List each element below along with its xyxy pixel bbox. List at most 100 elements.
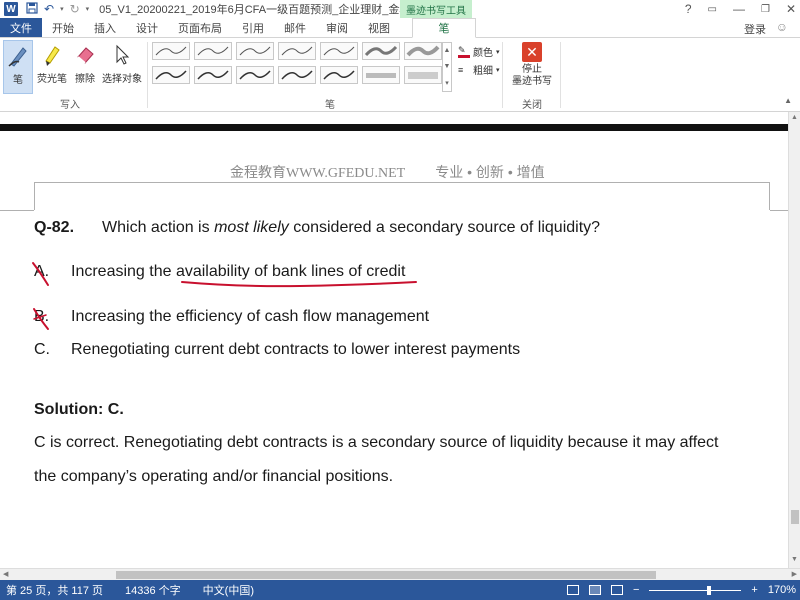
tab-page-layout[interactable]: 页面布局	[168, 18, 232, 37]
sign-in-link[interactable]: 登录	[744, 21, 766, 37]
help-icon[interactable]: ?	[685, 2, 692, 16]
header-rule	[34, 182, 770, 183]
chevron-down-icon: ▾	[496, 48, 500, 56]
stop-inking-button[interactable]: ✕ 停止 墨迹书写	[508, 42, 556, 88]
header-slogan: 专业 • 创新 • 增值	[435, 164, 545, 180]
cursor-arrow-icon	[114, 40, 130, 70]
tab-references[interactable]: 引用	[232, 18, 274, 37]
tab-file[interactable]: 文件	[0, 18, 42, 37]
print-layout-icon[interactable]	[588, 585, 601, 595]
zoom-out-icon[interactable]: −	[633, 584, 639, 596]
pen-style-option[interactable]	[152, 66, 190, 84]
minimize-icon[interactable]: —	[733, 2, 745, 16]
scroll-down-icon[interactable]: ▼	[791, 556, 798, 563]
dropdown-icon[interactable]: ▾	[60, 5, 64, 13]
tab-insert[interactable]: 插入	[84, 18, 126, 37]
highlighter-icon	[41, 40, 63, 70]
pen-group-label: 笔	[325, 100, 335, 111]
restore-icon[interactable]: ❐	[761, 4, 770, 15]
zoom-in-icon[interactable]: +	[751, 584, 757, 596]
ribbon-pen-tools: 笔 荧光笔 擦除 选择对象 写入 ▲ ▼ ▾ ✎ 颜色 ▾ ≡ 粗细 ▾ 笔 ✕…	[0, 38, 800, 112]
ribbon-separator	[560, 42, 561, 108]
question-text-after: considered a secondary source of liquidi…	[288, 219, 601, 236]
gallery-scroll-control[interactable]: ▲ ▼ ▾	[442, 42, 452, 92]
option-a: A. Increasing the availability of bank li…	[34, 263, 405, 281]
collapse-ribbon-icon[interactable]: ▲	[784, 96, 792, 105]
save-icon[interactable]	[26, 1, 38, 17]
horizontal-scroll-thumb[interactable]	[116, 571, 656, 579]
pen-style-option[interactable]	[236, 66, 274, 84]
horizontal-scrollbar[interactable]: ◀ ▶	[0, 568, 800, 580]
solution-line-1: C is correct. Renegotiating debt contrac…	[34, 434, 719, 451]
page-header: 金程教育WWW.GFEDU.NET 专业 • 创新 • 增值	[230, 162, 545, 182]
pen-color-dropdown[interactable]: ✎ 颜色 ▾	[458, 44, 500, 59]
option-text: Increasing the efficiency of cash flow m…	[71, 308, 430, 325]
pen-style-option[interactable]	[362, 66, 400, 84]
pen-style-option[interactable]	[278, 66, 316, 84]
redo-icon[interactable]: ↻	[70, 2, 80, 16]
pen-style-option[interactable]	[194, 42, 232, 60]
margin-line-right	[770, 210, 788, 211]
scroll-down-icon[interactable]: ▼	[444, 63, 451, 70]
pen-style-option[interactable]	[404, 42, 442, 60]
zoom-slider-knob[interactable]	[707, 585, 712, 595]
pen-icon	[7, 41, 29, 71]
scroll-left-icon[interactable]: ◀	[3, 570, 8, 578]
pen-style-option[interactable]	[152, 42, 190, 60]
web-layout-icon[interactable]	[610, 585, 623, 595]
ribbon-display-icon[interactable]: ▭	[708, 4, 717, 15]
option-c: C. Renegotiating current debt contracts t…	[34, 341, 520, 359]
scroll-up-icon[interactable]: ▲	[444, 47, 451, 54]
highlighter-button[interactable]: 荧光笔	[36, 40, 68, 94]
zoom-slider[interactable]	[649, 585, 742, 595]
view-and-zoom-controls: − + 170%	[566, 580, 796, 600]
pen-thickness-dropdown[interactable]: ≡ 粗细 ▾	[458, 62, 500, 78]
quick-access-toolbar: ↶ ▾ ↻ ▾	[26, 1, 90, 17]
margin-marker-right	[769, 182, 770, 210]
option-b: B. Increasing the efficiency of cash flow…	[34, 308, 429, 326]
read-mode-icon[interactable]	[566, 585, 579, 595]
select-objects-button[interactable]: 选择对象	[102, 40, 142, 94]
eraser-icon	[74, 40, 96, 70]
pen-style-option[interactable]	[236, 42, 274, 60]
pen-style-gallery	[152, 42, 442, 92]
pen-style-option[interactable]	[278, 42, 316, 60]
scroll-right-icon[interactable]: ▶	[792, 570, 797, 578]
tab-review[interactable]: 审阅	[316, 18, 358, 37]
ribbon-separator	[502, 42, 503, 108]
pen-style-option[interactable]	[194, 66, 232, 84]
question-number: Q-82.	[34, 219, 75, 236]
option-text: Increasing the availability of bank line…	[71, 263, 406, 280]
thickness-icon: ≡	[458, 64, 464, 75]
ribbon-tabs: 文件 开始 插入 设计 页面布局 引用 邮件 审阅 视图 笔 登录 ☺	[0, 18, 800, 38]
feedback-smiley-icon[interactable]: ☺	[776, 20, 788, 34]
zoom-level[interactable]: 170%	[768, 584, 796, 596]
pen-style-option[interactable]	[320, 42, 358, 60]
question-line: Q-82. Which action is most likely conside…	[34, 219, 600, 237]
vertical-scrollbar[interactable]: ▲ ▼	[788, 112, 800, 568]
tab-pen[interactable]: 笔	[412, 18, 476, 38]
more-icon[interactable]: ▾	[445, 79, 449, 87]
write-group-label: 写入	[60, 100, 80, 111]
ink-tools-context-tab: 墨迹书写工具	[400, 0, 472, 18]
scroll-up-icon[interactable]: ▲	[791, 114, 798, 121]
tab-view[interactable]: 视图	[358, 18, 400, 37]
tab-design[interactable]: 设计	[126, 18, 168, 37]
pen-style-option[interactable]	[404, 66, 442, 84]
tab-home[interactable]: 开始	[42, 18, 84, 37]
pen-button[interactable]: 笔	[3, 40, 33, 94]
pen-style-option[interactable]	[320, 66, 358, 84]
undo-icon[interactable]: ↶	[44, 2, 54, 16]
eraser-button[interactable]: 擦除	[72, 40, 98, 94]
window-controls: ? ▭ — ❐ ✕	[685, 0, 796, 18]
close-icon[interactable]: ✕	[786, 2, 796, 16]
tab-mailings[interactable]: 邮件	[274, 18, 316, 37]
customize-qat-icon[interactable]: ▾	[86, 5, 90, 13]
pen-style-option[interactable]	[362, 42, 400, 60]
option-letter: A.	[34, 263, 50, 280]
word-count[interactable]: 14336 个字	[125, 582, 181, 598]
vertical-scroll-thumb[interactable]	[791, 510, 799, 524]
page-count[interactable]: 第 25 页，共 117 页	[6, 582, 103, 598]
question-emphasis: most likely	[214, 219, 289, 236]
language-indicator[interactable]: 中文(中国)	[203, 582, 254, 598]
